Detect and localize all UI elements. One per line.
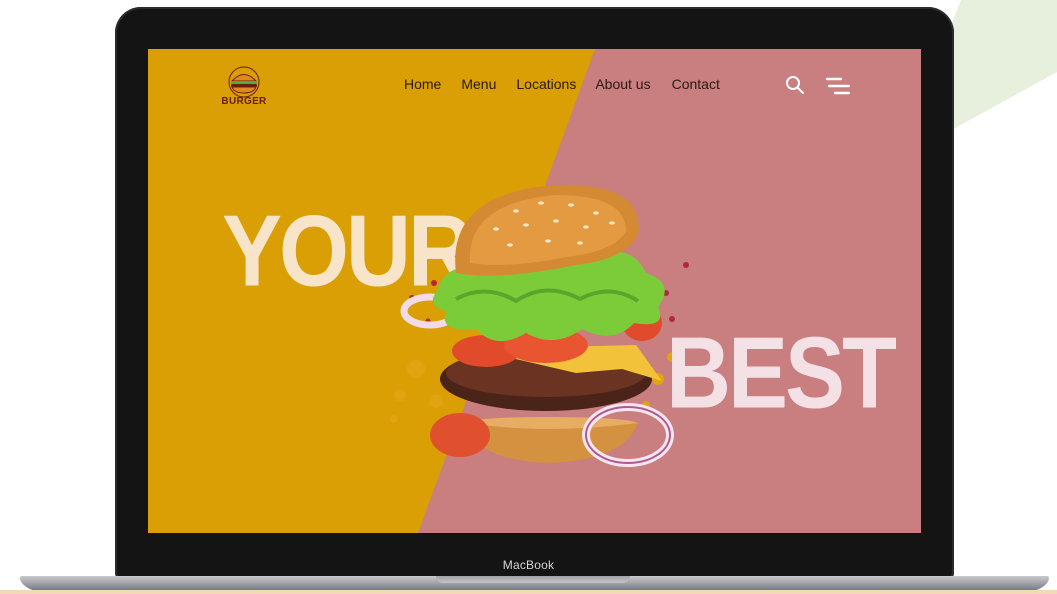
hero-word-best: BEST [666, 318, 897, 431]
nav-link-contact[interactable]: Contact [672, 76, 720, 92]
brand-logo[interactable]: BURGER [218, 64, 270, 114]
laptop-notch [436, 576, 630, 583]
nav-link-home[interactable]: Home [404, 76, 441, 92]
device-brand-label: MacBook [502, 558, 555, 572]
nav-link-about-us[interactable]: About us [595, 76, 650, 92]
burger-logo-icon [228, 66, 260, 98]
burger-image [390, 184, 689, 467]
floor-strip [0, 590, 1057, 594]
laptop-screen: BURGER Home Menu Locations About us Cont… [148, 49, 921, 533]
logo-text: BURGER [221, 96, 267, 107]
search-icon[interactable] [785, 75, 805, 95]
nav-link-locations[interactable]: Locations [516, 76, 576, 92]
nav-link-menu[interactable]: Menu [461, 76, 496, 92]
main-nav: Home Menu Locations About us Contact [404, 76, 740, 92]
menu-icon[interactable] [825, 75, 851, 95]
